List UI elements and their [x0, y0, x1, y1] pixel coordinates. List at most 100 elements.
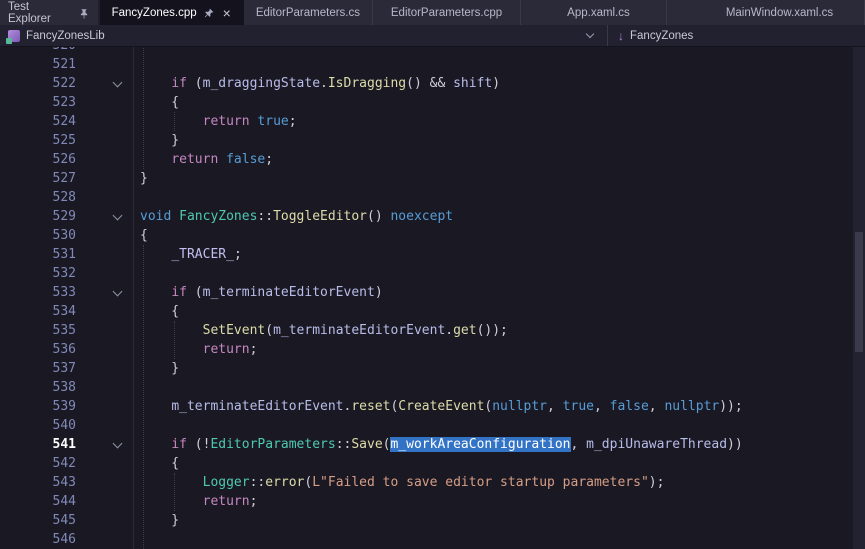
pin-icon[interactable] [203, 7, 215, 19]
document-tabs: FancyZones.cpp × EditorParameters.cs Edi… [100, 0, 865, 25]
line-number[interactable]: 542 [0, 454, 76, 473]
fold-margin [76, 188, 140, 207]
line-number[interactable]: 520 [0, 47, 76, 55]
tab-test-explorer[interactable]: Test Explorer [0, 0, 100, 25]
code-line[interactable]: 533 if (m_terminateEditorEvent) [0, 283, 853, 302]
tab-label: FancyZones.cpp [112, 7, 197, 19]
tab-fancyzones-cpp[interactable]: FancyZones.cpp × [100, 0, 244, 25]
fold-margin [76, 245, 140, 264]
code-line[interactable]: 546 [0, 530, 853, 549]
code-line[interactable]: 545 } [0, 511, 853, 530]
code-line[interactable]: 543 Logger::error(L"Failed to save edito… [0, 473, 853, 492]
code-line[interactable]: 538 [0, 378, 853, 397]
code-line[interactable]: 530 { [0, 226, 853, 245]
code-line[interactable]: 537 } [0, 359, 853, 378]
fold-margin [76, 454, 140, 473]
code-line[interactable]: 526 return false; [0, 150, 853, 169]
fold-margin [76, 131, 140, 150]
code-line[interactable]: 522 if (m_draggingState.IsDragging() && … [0, 74, 853, 93]
line-number[interactable]: 545 [0, 511, 76, 530]
code-line[interactable]: 523 { [0, 93, 853, 112]
down-arrow-icon: ↓ [618, 30, 624, 42]
code-line[interactable]: 529void FancyZones::ToggleEditor() noexc… [0, 207, 853, 226]
tab-app-xaml-cs[interactable]: App.xaml.cs [531, 0, 667, 25]
line-number[interactable]: 537 [0, 359, 76, 378]
line-number[interactable]: 525 [0, 131, 76, 150]
code-line[interactable]: 520 [0, 47, 853, 55]
scope-name: FancyZones [630, 30, 693, 42]
fold-chevron-icon[interactable] [113, 287, 123, 297]
close-icon[interactable]: × [223, 6, 231, 20]
line-number[interactable]: 530 [0, 226, 76, 245]
fold-margin [76, 226, 140, 245]
line-number[interactable]: 544 [0, 492, 76, 511]
code-line[interactable]: 544 return; [0, 492, 853, 511]
line-number[interactable]: 527 [0, 169, 76, 188]
code-line[interactable]: 521 [0, 55, 853, 74]
fold-margin [76, 207, 140, 226]
fold-margin [76, 93, 140, 112]
tab-label: EditorParameters.cpp [391, 7, 502, 19]
project-selector[interactable]: FancyZonesLib [0, 25, 608, 46]
line-number[interactable]: 539 [0, 397, 76, 416]
line-number[interactable]: 533 [0, 283, 76, 302]
line-number[interactable]: 541 [0, 435, 76, 454]
fold-chevron-icon[interactable] [113, 211, 123, 221]
code-line[interactable]: 525 } [0, 131, 853, 150]
code-text: return; [140, 340, 257, 359]
line-number[interactable]: 522 [0, 74, 76, 93]
pin-icon[interactable] [78, 7, 90, 19]
code-line[interactable]: 539 m_terminateEditorEvent.reset(CreateE… [0, 397, 853, 416]
code-line[interactable]: 535 SetEvent(m_terminateEditorEvent.get(… [0, 321, 853, 340]
fold-margin [76, 74, 140, 93]
tab-label: MainWindow.xaml.cs [726, 7, 833, 19]
code-text: { [140, 454, 179, 473]
code-line[interactable]: 532 [0, 264, 853, 283]
scope-selector[interactable]: ↓ FancyZones [608, 25, 865, 46]
fold-chevron-icon[interactable] [113, 439, 123, 449]
tab-mainwindow-xaml-cs[interactable]: MainWindow.xaml.cs [695, 0, 865, 25]
code-line[interactable]: 540 [0, 416, 853, 435]
code-text: } [140, 169, 148, 188]
chevron-down-icon[interactable] [586, 30, 594, 38]
line-number[interactable]: 531 [0, 245, 76, 264]
line-number[interactable]: 534 [0, 302, 76, 321]
code-line[interactable]: 527} [0, 169, 853, 188]
line-number[interactable]: 543 [0, 473, 76, 492]
fold-margin [76, 169, 140, 188]
line-number[interactable]: 528 [0, 188, 76, 207]
line-number[interactable]: 538 [0, 378, 76, 397]
line-number[interactable]: 535 [0, 321, 76, 340]
code-line[interactable]: 541 if (!EditorParameters::Save(m_workAr… [0, 435, 853, 454]
code-text: return false; [140, 150, 273, 169]
tab-editorparameters-cs[interactable]: EditorParameters.cs [244, 0, 373, 25]
tab-editorparameters-cpp[interactable]: EditorParameters.cpp [373, 0, 521, 25]
line-number[interactable]: 536 [0, 340, 76, 359]
fold-margin [76, 492, 140, 511]
code-text: { [140, 302, 179, 321]
code-line[interactable]: 524 return true; [0, 112, 853, 131]
line-number[interactable]: 526 [0, 150, 76, 169]
code-line[interactable]: 542 { [0, 454, 853, 473]
scrollbar-thumb[interactable] [855, 232, 863, 352]
code-text: } [140, 131, 179, 150]
code-lines: 520521522 if (m_draggingState.IsDragging… [0, 47, 853, 549]
line-number[interactable]: 532 [0, 264, 76, 283]
code-text: } [140, 359, 179, 378]
code-line[interactable]: 534 { [0, 302, 853, 321]
code-line[interactable]: 536 return; [0, 340, 853, 359]
code-text: { [140, 93, 179, 112]
fold-margin [76, 397, 140, 416]
code-editor[interactable]: 520521522 if (m_draggingState.IsDragging… [0, 47, 865, 549]
line-number[interactable]: 546 [0, 530, 76, 549]
line-number[interactable]: 523 [0, 93, 76, 112]
code-line[interactable]: 531 _TRACER_; [0, 245, 853, 264]
fold-chevron-icon[interactable] [113, 78, 123, 88]
line-number[interactable]: 521 [0, 55, 76, 74]
line-number[interactable]: 524 [0, 112, 76, 131]
code-text: { [140, 226, 148, 245]
scrollbar[interactable] [853, 47, 865, 549]
code-line[interactable]: 528 [0, 188, 853, 207]
line-number[interactable]: 540 [0, 416, 76, 435]
line-number[interactable]: 529 [0, 207, 76, 226]
